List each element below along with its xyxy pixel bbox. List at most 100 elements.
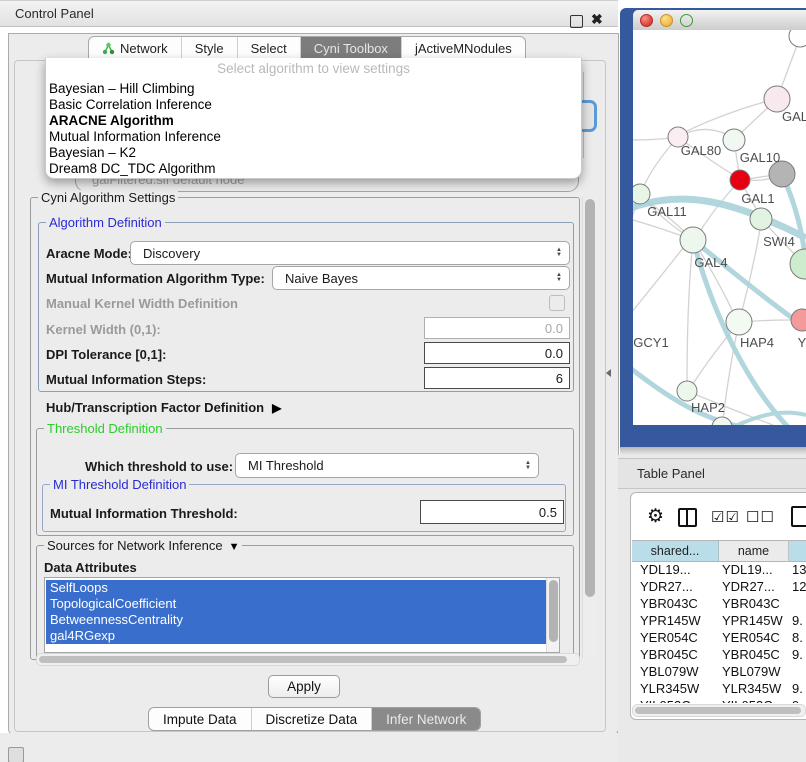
network-node[interactable] [789, 30, 806, 47]
attribute-item[interactable]: SelfLoops [46, 580, 548, 596]
mi-threshold-label: Mutual Information Threshold: [50, 506, 238, 521]
threshold-definition-title: Threshold Definition [44, 421, 166, 436]
mi-threshold-group-title: MI Threshold Definition [50, 477, 189, 492]
aracne-mode-combo[interactable]: Discovery ▲▼ [130, 241, 570, 265]
dropdown-item[interactable]: Basic Correlation Inference [49, 97, 221, 113]
algorithm-dropdown-popup: Select algorithm to view settings Bayesi… [45, 58, 582, 179]
hub-definition-toggle[interactable]: Hub/Transcription Factor Definition▶ [46, 400, 281, 415]
network-node[interactable] [723, 129, 745, 151]
attribute-item[interactable]: TopologicalCoefficient [46, 596, 548, 612]
tab-discretize-data[interactable]: Discretize Data [251, 708, 372, 730]
table-hscrollbar[interactable] [632, 704, 806, 717]
tab-style[interactable]: Style [181, 37, 237, 59]
network-node[interactable] [726, 309, 752, 335]
deselect-all-checkboxes-icon[interactable]: ☐☐ [746, 508, 775, 526]
spinner-icon: ▲▼ [556, 273, 569, 283]
dpi-tolerance-field[interactable]: 0.0 [424, 342, 570, 364]
select-all-checkboxes-icon[interactable]: ☑☑ [711, 508, 740, 526]
float-panel-icon[interactable] [570, 15, 583, 28]
network-node[interactable] [680, 227, 706, 253]
node-label: Y [798, 335, 806, 350]
close-icon[interactable]: ✖ [591, 11, 603, 28]
minimize-window-icon[interactable] [660, 14, 673, 27]
bottom-background [0, 733, 620, 762]
data-attributes-list[interactable]: SelfLoops TopologicalCoefficient Between… [44, 577, 560, 653]
table-panel-title: Table Panel [637, 466, 705, 481]
network-node[interactable] [790, 249, 806, 279]
node-label: HAP4 [740, 335, 774, 350]
table-row[interactable]: YIL052CYIL052C9 [632, 697, 806, 703]
network-node-labels: GAL GAL80 GAL10 GAL1 GAL11 SWI4 GAL4 GCY… [633, 109, 806, 415]
table-row[interactable]: YER054CYER054C8. [632, 629, 806, 646]
attribute-list-scrollbar[interactable] [546, 578, 559, 652]
mi-steps-field[interactable]: 6 [424, 367, 570, 389]
network-node[interactable] [677, 381, 697, 401]
control-panel-title: Control Panel [15, 6, 94, 21]
attribute-item[interactable]: gal4RGexp [46, 628, 548, 644]
dropdown-item[interactable]: Bayesian – Hill Climbing [49, 81, 221, 97]
table-row[interactable]: YPR145WYPR145W9. [632, 612, 806, 629]
column-header-clipped[interactable] [789, 540, 806, 562]
network-node[interactable] [791, 309, 806, 331]
app-root: Control Panel ✖ Network Style Select Cyn… [0, 0, 806, 762]
network-node[interactable] [730, 170, 750, 190]
columns-icon[interactable] [678, 508, 697, 527]
network-graph[interactable]: GAL GAL80 GAL10 GAL1 GAL11 SWI4 GAL4 GCY… [633, 30, 806, 425]
gear-icon[interactable]: ⚙ [647, 505, 664, 528]
network-canvas[interactable]: GAL GAL80 GAL10 GAL1 GAL11 SWI4 GAL4 GCY… [633, 30, 806, 425]
tab-impute-data[interactable]: Impute Data [149, 708, 251, 730]
network-icon [102, 42, 115, 55]
new-table-icon[interactable] [791, 506, 806, 527]
data-attributes-label: Data Attributes [44, 560, 137, 575]
column-header-name[interactable]: name [719, 540, 789, 562]
tab-infer-network[interactable]: Infer Network [371, 708, 480, 730]
mi-type-combo[interactable]: Naive Bayes ▲▼ [272, 266, 570, 290]
network-node[interactable] [750, 208, 772, 230]
close-window-icon[interactable] [640, 14, 653, 27]
table-row[interactable]: YLR345WYLR345W9. [632, 680, 806, 697]
attribute-item[interactable]: BetweennessCentrality [46, 612, 548, 628]
expand-arrow-icon: ▶ [272, 401, 281, 415]
table-row[interactable]: YBR045CYBR045C9. [632, 646, 806, 663]
column-header-shared[interactable]: shared... [632, 540, 719, 562]
node-label: GAL11 [647, 204, 687, 219]
cyni-bottom-tabs: Impute Data Discretize Data Infer Networ… [148, 707, 481, 731]
dropdown-item[interactable]: Bayesian – K2 [49, 145, 221, 161]
tab-select[interactable]: Select [237, 37, 300, 59]
zoom-window-icon[interactable] [680, 14, 693, 27]
settings-vscrollbar[interactable] [582, 197, 597, 658]
kernel-width-field[interactable]: 0.0 [424, 317, 570, 339]
dropdown-item[interactable]: Mutual Information Inference [49, 129, 221, 145]
network-window-titlebar[interactable] [633, 10, 806, 31]
spinner-icon: ▲▼ [556, 248, 569, 258]
kernel-width-label: Kernel Width (0,1): [46, 322, 161, 337]
table-row[interactable]: YBR043CYBR043C [632, 595, 806, 612]
control-panel-tabs: Network Style Select Cyni Toolbox jActiv… [88, 36, 526, 59]
minimized-panel-icon[interactable] [8, 747, 24, 762]
which-threshold-combo[interactable]: MI Threshold ▲▼ [235, 453, 539, 478]
dropdown-placeholder: Select algorithm to view settings [46, 61, 581, 76]
table-body[interactable]: YDL19...YDL19...13 YDR27...YDR27...12 YB… [632, 561, 806, 703]
node-label: GAL4 [694, 255, 727, 270]
dropdown-item-selected[interactable]: ARACNE Algorithm [49, 113, 221, 129]
table-row[interactable]: YDL19...YDL19...13 [632, 561, 806, 578]
tab-network[interactable]: Network [89, 37, 181, 59]
node-label: GAL1 [741, 191, 774, 206]
network-node[interactable] [633, 184, 650, 204]
dropdown-item[interactable]: Dream8 DC_TDC Algorithm [49, 161, 221, 177]
mi-type-label: Mutual Information Algorithm Type: [46, 271, 265, 286]
table-row[interactable]: YDR27...YDR27...12 [632, 578, 806, 595]
dpi-tolerance-label: DPI Tolerance [0,1]: [46, 347, 166, 362]
manual-kernel-checkbox[interactable] [549, 295, 565, 311]
tab-cyni-toolbox[interactable]: Cyni Toolbox [300, 37, 401, 59]
node-label: GAL10 [740, 150, 780, 165]
sources-group-title[interactable]: Sources for Network Inference▼ [44, 538, 242, 553]
table-panel-header: Table Panel [618, 458, 806, 489]
settings-hscrollbar[interactable] [36, 653, 580, 666]
aracne-mode-label: Aracne Mode: [46, 246, 132, 261]
panel-divider-arrow[interactable] [606, 369, 611, 377]
table-row[interactable]: YBL079WYBL079W [632, 663, 806, 680]
tab-jactivemnodules[interactable]: jActiveMNodules [401, 37, 525, 59]
mi-threshold-field[interactable]: 0.5 [420, 500, 564, 524]
apply-button[interactable]: Apply [268, 675, 340, 698]
